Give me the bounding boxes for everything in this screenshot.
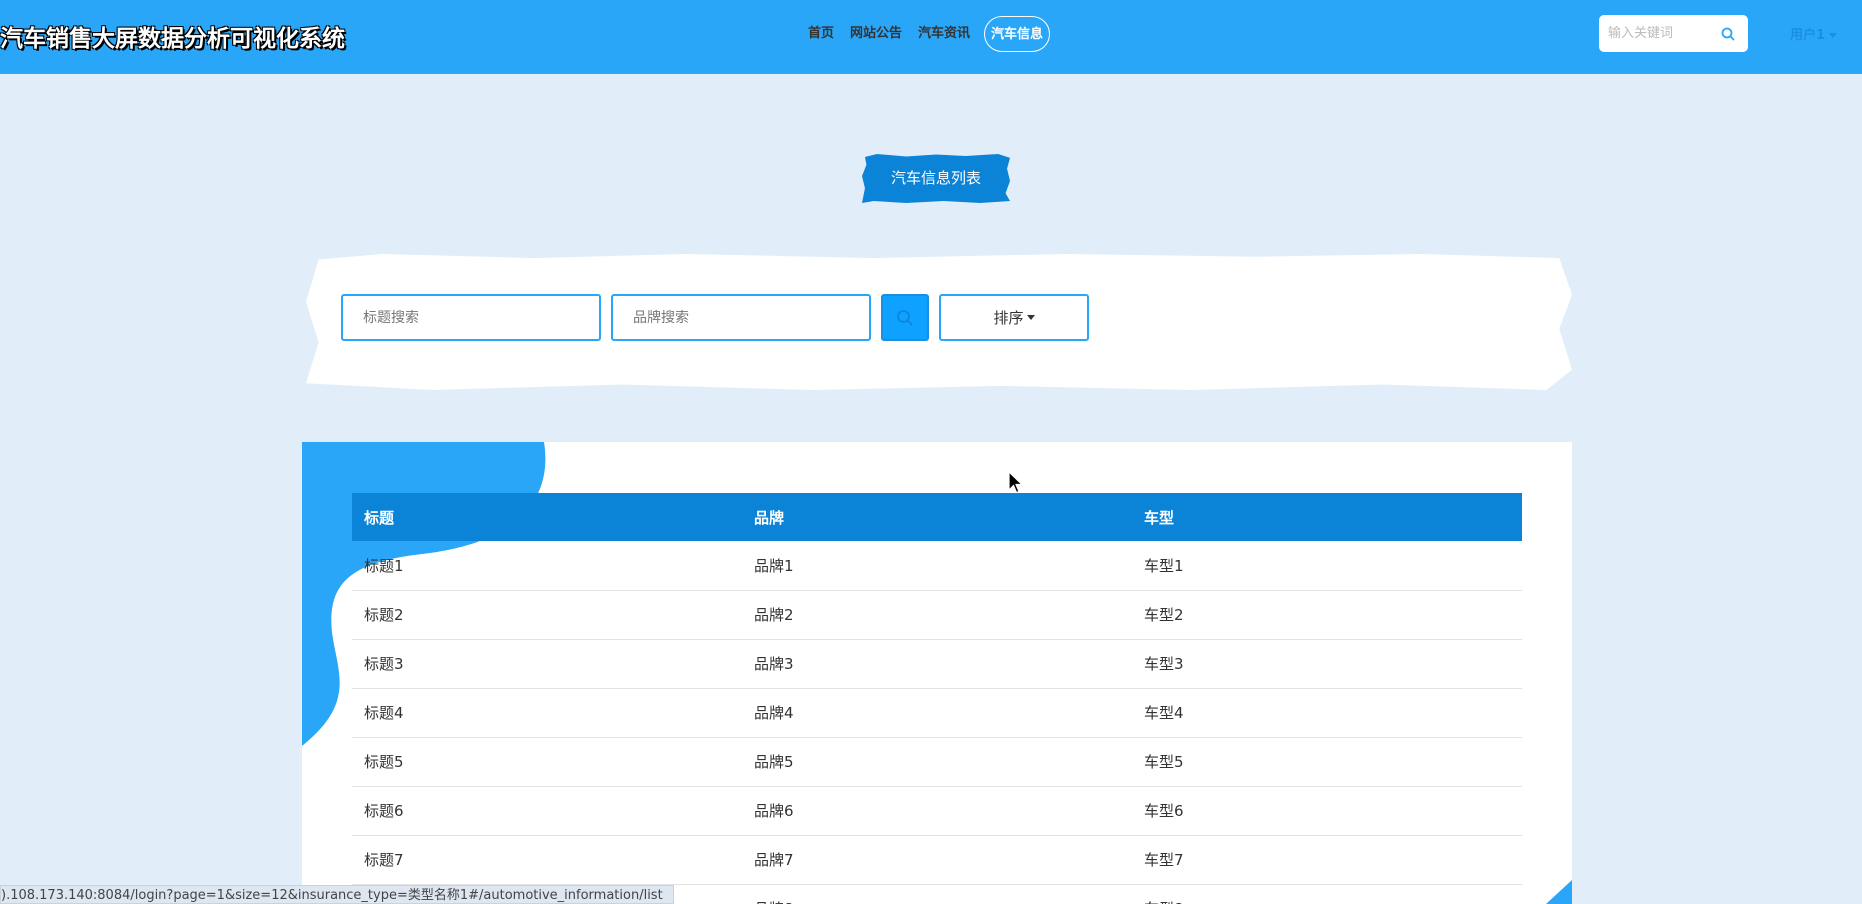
header-search-input[interactable] — [1599, 26, 1714, 41]
sort-label: 排序 — [993, 309, 1024, 327]
cell-model: 车型4 — [1132, 688, 1522, 738]
search-icon — [897, 309, 913, 325]
cell-brand: 品牌8 — [742, 884, 1132, 904]
cell-title: 标题3 — [352, 639, 742, 689]
list-panel: 标题 品牌 车型 标题1 品牌1 车型1 标题2 品牌2 车型2 标题3 品牌3 车型3 标… — [302, 442, 1572, 904]
table-row[interactable]: 标题3 品牌3 车型3 — [352, 639, 1522, 689]
cell-model: 车型6 — [1132, 786, 1522, 836]
car-info-table: 标题 品牌 车型 标题1 品牌1 车型1 标题2 品牌2 车型2 标题3 品牌3 车型3 标… — [352, 493, 1522, 904]
main-nav: 首页 网站公告 汽车资讯 汽车信息 — [800, 16, 1051, 52]
nav-car-news[interactable]: 汽车资讯 — [910, 16, 978, 52]
cell-title: 标题4 — [352, 688, 742, 738]
nav-car-info[interactable]: 汽车信息 — [984, 16, 1051, 52]
nav-announcements[interactable]: 网站公告 — [842, 16, 910, 52]
cell-model: 车型5 — [1132, 737, 1522, 787]
cell-title: 标题1 — [352, 541, 742, 591]
cell-brand: 品牌3 — [742, 639, 1132, 689]
sort-dropdown[interactable]: 排序 — [939, 294, 1089, 341]
cell-title: 标题2 — [352, 590, 742, 640]
table-header-row: 标题 品牌 车型 — [352, 493, 1522, 541]
mouse-cursor-icon — [1008, 471, 1024, 494]
search-button[interactable] — [881, 294, 929, 341]
site-title: 汽车销售大屏数据分析可视化系统 — [0, 26, 345, 52]
cell-model: 车型7 — [1132, 835, 1522, 885]
user-menu[interactable]: 用户1 — [1790, 24, 1838, 43]
table-row[interactable]: 标题5 品牌5 车型5 — [352, 737, 1522, 787]
chevron-down-icon — [1026, 315, 1035, 320]
chevron-down-icon — [1829, 33, 1838, 38]
column-header-brand[interactable]: 品牌 — [742, 493, 1132, 541]
cell-brand: 品牌4 — [742, 688, 1132, 738]
search-icon[interactable] — [1714, 20, 1742, 48]
cell-brand: 品牌2 — [742, 590, 1132, 640]
cell-model: 车型3 — [1132, 639, 1522, 689]
cell-title: 标题5 — [352, 737, 742, 787]
cell-title: 标题7 — [352, 835, 742, 885]
column-header-model[interactable]: 车型 — [1132, 493, 1522, 541]
cell-model: 车型1 — [1132, 541, 1522, 591]
table-row[interactable]: 标题6 品牌6 车型6 — [352, 786, 1522, 836]
cell-brand: 品牌1 — [742, 541, 1132, 591]
top-header: 汽车销售大屏数据分析可视化系统 首页 网站公告 汽车资讯 汽车信息 用户1 — [0, 0, 1862, 74]
decorative-corner — [1546, 880, 1572, 904]
cell-model: 车型2 — [1132, 590, 1522, 640]
cell-model: 车型8 — [1132, 884, 1522, 904]
title-search-input[interactable] — [341, 294, 601, 341]
cell-brand: 品牌5 — [742, 737, 1132, 787]
status-bar-url: ).108.173.140:8084/login?page=1&size=12&… — [0, 885, 674, 904]
cell-brand: 品牌6 — [742, 786, 1132, 836]
section-title: 汽车信息列表 — [862, 154, 1010, 203]
table-row[interactable]: 标题7 品牌7 车型7 — [352, 835, 1522, 885]
column-header-title[interactable]: 标题 — [352, 493, 742, 541]
table-row[interactable]: 标题1 品牌1 车型1 — [352, 541, 1522, 591]
header-search — [1599, 15, 1748, 52]
cell-title: 标题6 — [352, 786, 742, 836]
user-label: 用户1 — [1790, 28, 1826, 43]
table-row[interactable]: 标题2 品牌2 车型2 — [352, 590, 1522, 640]
cell-brand: 品牌7 — [742, 835, 1132, 885]
brand-search-input[interactable] — [611, 294, 871, 341]
table-row[interactable]: 标题4 品牌4 车型4 — [352, 688, 1522, 738]
nav-home[interactable]: 首页 — [800, 16, 842, 52]
